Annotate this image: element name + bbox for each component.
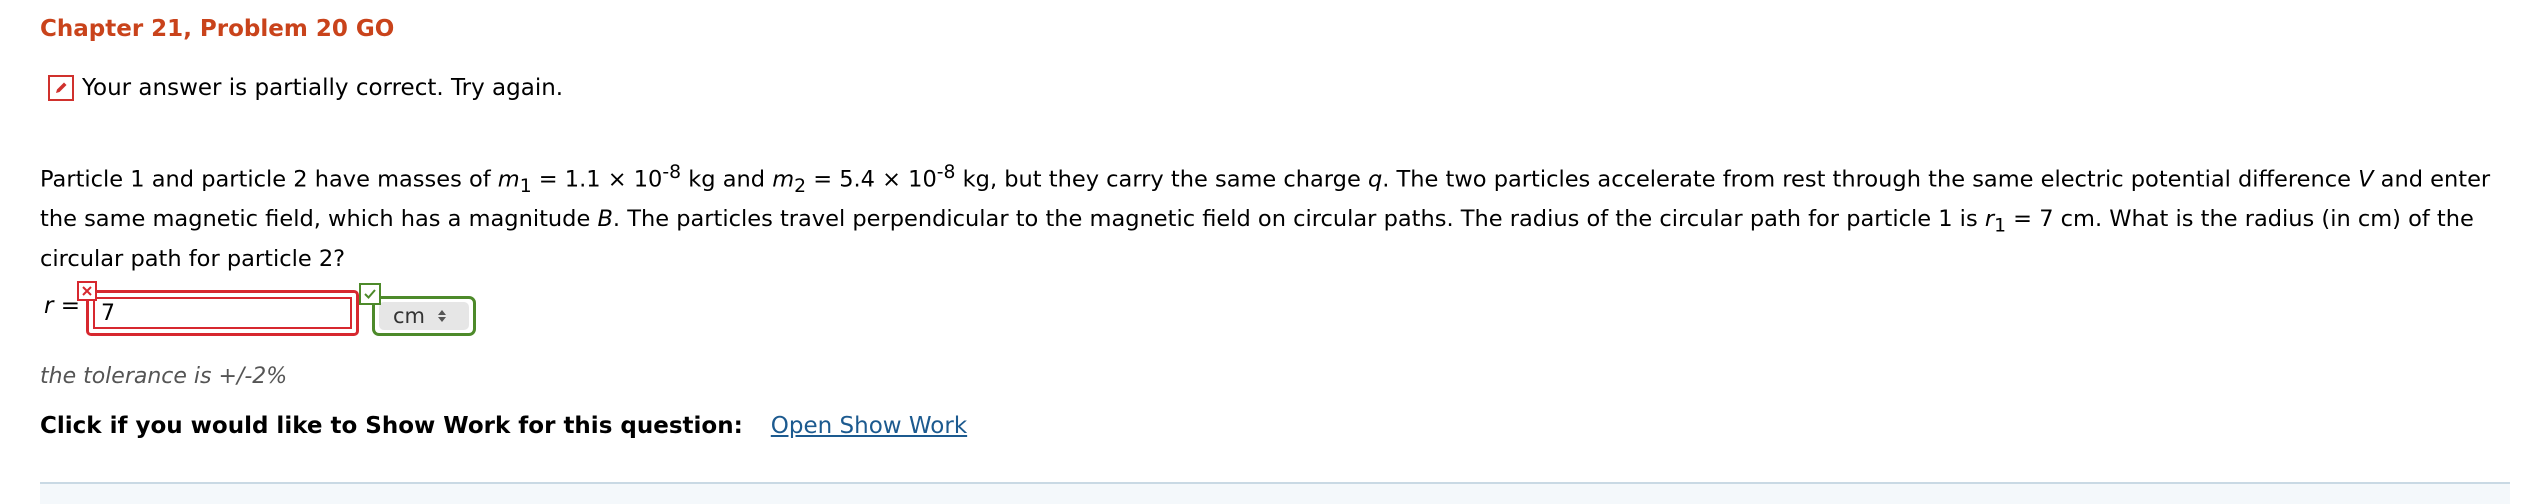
tolerance-note: the tolerance is +/-2%	[40, 364, 288, 389]
incorrect-icon	[77, 281, 97, 301]
select-arrows-icon	[438, 310, 446, 322]
unit-selected-value: cm	[393, 304, 426, 328]
problem-title: Chapter 21, Problem 20 GO	[40, 16, 395, 42]
show-work-row: Click if you would like to Show Work for…	[40, 413, 967, 439]
feedback-message: Your answer is partially correct. Try ag…	[48, 75, 563, 101]
unit-select-frame: cm	[372, 296, 476, 336]
correct-icon	[359, 283, 381, 305]
show-work-label: Click if you would like to Show Work for…	[40, 413, 743, 439]
answer-input-frame	[86, 290, 359, 336]
open-show-work-link[interactable]: Open Show Work	[771, 413, 967, 439]
work-panel-edge	[40, 482, 2510, 504]
answer-variable-label: r =	[44, 293, 81, 319]
edit-icon	[48, 75, 74, 101]
feedback-text: Your answer is partially correct. Try ag…	[82, 75, 564, 101]
answer-input[interactable]	[93, 297, 352, 329]
unit-select[interactable]: cm	[379, 302, 469, 330]
question-text: Particle 1 and particle 2 have masses of…	[40, 162, 2491, 272]
